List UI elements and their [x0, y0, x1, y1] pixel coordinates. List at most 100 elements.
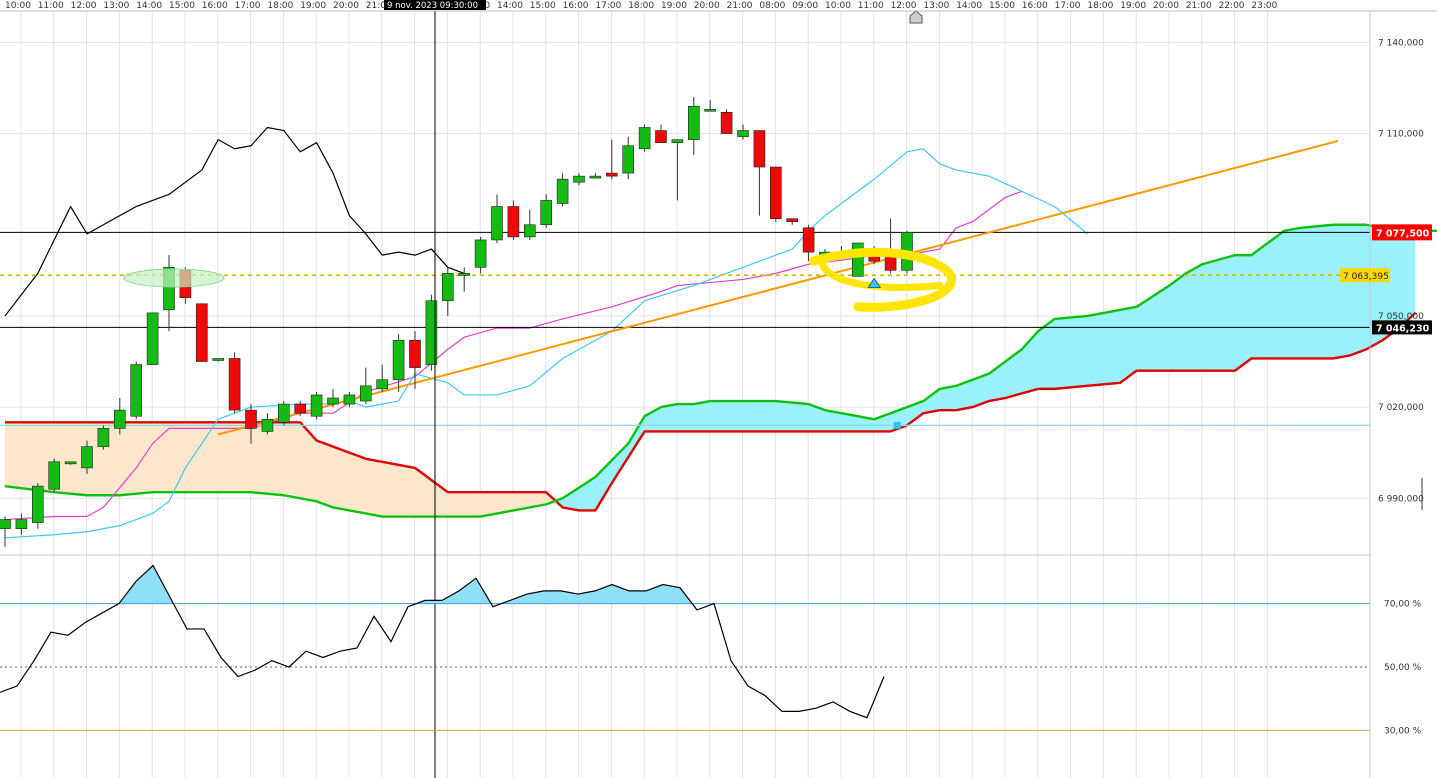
candle-bullish — [212, 358, 224, 361]
time-tick-label: 18:00 — [267, 1, 293, 11]
candle-bullish — [573, 175, 585, 183]
time-tick-label: 15:00 — [169, 1, 195, 11]
time-tick-label: 08:00 — [759, 1, 785, 11]
osc-tick-label: 70,00 % — [1384, 600, 1422, 610]
price-tick-label: 7 140,000 — [1378, 38, 1424, 48]
candle-bullish — [671, 139, 684, 143]
candle-bearish — [769, 166, 782, 219]
axes: 10:00 11:00 12:00 13:00 14:00 15:00 16:00 17:00… — [0, 0, 1437, 778]
candle-bullish — [114, 409, 126, 429]
candle-bullish — [343, 394, 356, 405]
stock-chart: 10:00 11:00 12:00 13:00 14:00 15:00 16:00 17:00… — [0, 0, 1437, 778]
time-tick-label: 17:00 — [1055, 1, 1081, 11]
time-tick-label: 21:00 — [1186, 1, 1212, 11]
candle-bullish — [540, 200, 553, 226]
time-tick-label: 19:00 — [1120, 1, 1146, 11]
price-tick-label: 6 990,000 — [1378, 494, 1424, 504]
crosshair-date-label: 9 nov. 2023 09:30:00 — [387, 1, 478, 11]
time-tick-label: 18:00 — [628, 1, 654, 11]
candle-bullish — [277, 403, 290, 423]
time-tick-label: 14:00 — [497, 1, 523, 11]
candle-bullish — [737, 130, 749, 137]
candle-bullish — [851, 242, 864, 277]
time-tick-label: 23:00 — [1251, 1, 1277, 11]
candle-bullish — [704, 108, 717, 112]
time-tick-label: 18:00 — [1087, 1, 1113, 11]
house-marker-icon — [909, 10, 923, 24]
time-tick-label: 16:00 — [1022, 1, 1048, 11]
cyan-square-marker — [893, 421, 901, 429]
candle-bullish — [130, 364, 142, 417]
time-tick-label: 22:00 — [1219, 1, 1245, 11]
candle-bearish — [409, 339, 421, 368]
time-tick-label: 12:00 — [71, 1, 97, 11]
time-tick-label: 12:00 — [891, 1, 917, 11]
candle-bullish — [491, 206, 503, 241]
candle-bullish — [0, 519, 11, 529]
candle-bullish — [458, 273, 471, 276]
candle-bullish — [359, 385, 372, 402]
candle-bearish — [605, 172, 618, 177]
kumo-bearish — [5, 422, 559, 517]
price-tick-label: 7 110,000 — [1378, 130, 1424, 140]
yellow-marker-scribble — [818, 257, 944, 291]
candle-bearish — [507, 206, 520, 238]
candle-bearish — [753, 130, 766, 168]
osc-tick-label: 50,00 % — [1384, 663, 1422, 673]
candle-bullish — [81, 446, 93, 469]
annotations — [123, 10, 956, 778]
price-tick-label: 7 020,000 — [1378, 403, 1424, 413]
candle-bearish — [245, 409, 257, 429]
candle-bearish — [228, 358, 241, 411]
osc-tick-label: 30,00 % — [1384, 726, 1422, 736]
candle-bearish — [802, 227, 815, 253]
time-tick-label: 17:00 — [235, 1, 261, 11]
highlight-ellipse — [123, 268, 225, 288]
candle-bullish — [392, 339, 405, 381]
candle-bullish — [441, 273, 454, 302]
candle-bearish — [655, 130, 667, 143]
candle-bearish — [786, 218, 799, 223]
time-tick-label: 10:00 — [5, 1, 31, 11]
time-tick-label: 13:00 — [923, 1, 949, 11]
candle-bullish — [48, 461, 61, 490]
candle-bullish — [376, 379, 389, 390]
candle-bullish — [146, 312, 159, 365]
candle-bearish — [294, 403, 307, 414]
candle-bullish — [31, 485, 44, 523]
candle-bullish — [261, 418, 274, 432]
candle-bullish — [622, 145, 635, 174]
time-tick-label: 11:00 — [38, 1, 64, 11]
price-marker-label: 7 063,395 — [1343, 272, 1389, 282]
time-tick-label: 15:00 — [530, 1, 556, 11]
time-tick-label: 20:00 — [694, 1, 720, 11]
chikou-span-line — [4, 126, 465, 317]
price-marker-label: 7 077,500 — [1376, 228, 1430, 239]
candle-bullish — [687, 105, 700, 140]
candle-bullish — [556, 178, 569, 204]
grid — [0, 12, 1370, 778]
price-marker-label: 7 046,230 — [1376, 323, 1430, 334]
time-tick-label: 20:00 — [1153, 1, 1179, 11]
candle-bullish — [327, 397, 339, 405]
time-tick-label: 20:00 — [333, 1, 359, 11]
candle-bearish — [720, 111, 733, 134]
time-tick-label: 13:00 — [103, 1, 129, 11]
time-tick-label: 14:00 — [136, 1, 162, 11]
oscillator-pane — [0, 564, 1370, 731]
candle-bullish — [310, 394, 323, 417]
candle-bullish — [589, 175, 602, 179]
time-tick-label: 11:00 — [858, 1, 884, 11]
candle-bullish — [523, 224, 536, 238]
time-tick-label: 21:00 — [727, 1, 753, 11]
candle-bullish — [15, 519, 28, 529]
candle-bullish — [64, 461, 77, 465]
time-tick-label: 16:00 — [202, 1, 228, 11]
time-tick-label: 15:00 — [989, 1, 1015, 11]
candle-bullish — [97, 428, 110, 447]
time-tick-label: 16:00 — [563, 1, 589, 11]
candle-bearish — [196, 303, 208, 362]
time-tick-label: 10:00 — [825, 1, 851, 11]
time-tick-label: 14:00 — [956, 1, 982, 11]
time-tick-label: 09:00 — [792, 1, 818, 11]
